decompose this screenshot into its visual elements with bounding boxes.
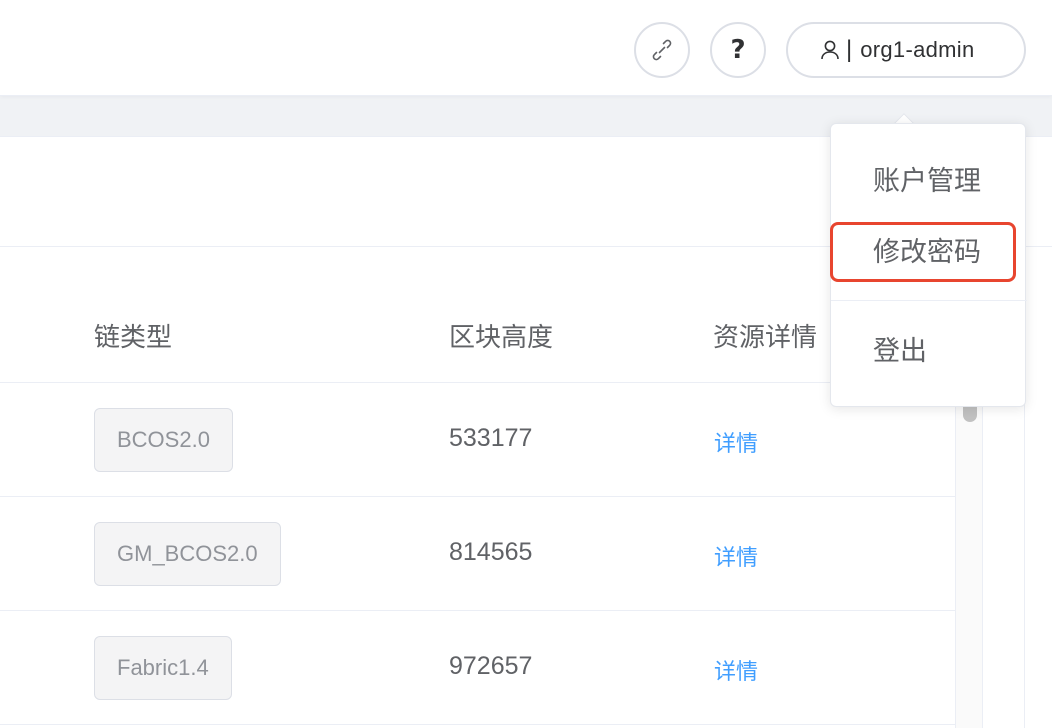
detail-link[interactable]: 详情 bbox=[714, 654, 758, 686]
block-height-value: 972657 bbox=[449, 652, 533, 680]
user-icon bbox=[821, 40, 839, 60]
help-icon: ? bbox=[730, 35, 746, 65]
menu-divider bbox=[831, 300, 1027, 301]
user-separator: | bbox=[846, 36, 853, 63]
row-divider bbox=[0, 496, 955, 497]
chain-type-tag: GM_BCOS2.0 bbox=[94, 522, 281, 586]
column-header-block-height: 区块高度 bbox=[449, 322, 554, 352]
chain-type-tag: Fabric1.4 bbox=[94, 636, 232, 700]
column-header-chain-type: 链类型 bbox=[94, 322, 173, 352]
detail-link[interactable]: 详情 bbox=[714, 540, 758, 572]
row-divider bbox=[0, 724, 955, 725]
column-header-resource-detail: 资源详情 bbox=[713, 322, 818, 352]
menu-item-logout[interactable]: 登出 bbox=[831, 331, 1027, 371]
help-button[interactable]: ? bbox=[710, 22, 766, 78]
detail-link[interactable]: 详情 bbox=[714, 426, 758, 458]
block-height-value: 814565 bbox=[449, 538, 533, 566]
menu-item-account-management[interactable]: 账户管理 bbox=[831, 161, 1027, 201]
link-button[interactable] bbox=[634, 22, 690, 78]
change-password-highlight bbox=[830, 222, 1016, 282]
row-divider bbox=[0, 610, 955, 611]
username-label: org1-admin bbox=[860, 37, 975, 62]
top-header: ? | org1-admin bbox=[0, 0, 1052, 96]
user-menu-button[interactable]: | org1-admin bbox=[786, 22, 1026, 78]
link-icon bbox=[652, 39, 672, 61]
table-scrollbar-track[interactable] bbox=[955, 382, 983, 728]
block-height-value: 533177 bbox=[449, 424, 533, 452]
panel-edge-line bbox=[1024, 380, 1025, 728]
row-divider bbox=[0, 382, 955, 383]
chain-type-tag: BCOS2.0 bbox=[94, 408, 233, 472]
